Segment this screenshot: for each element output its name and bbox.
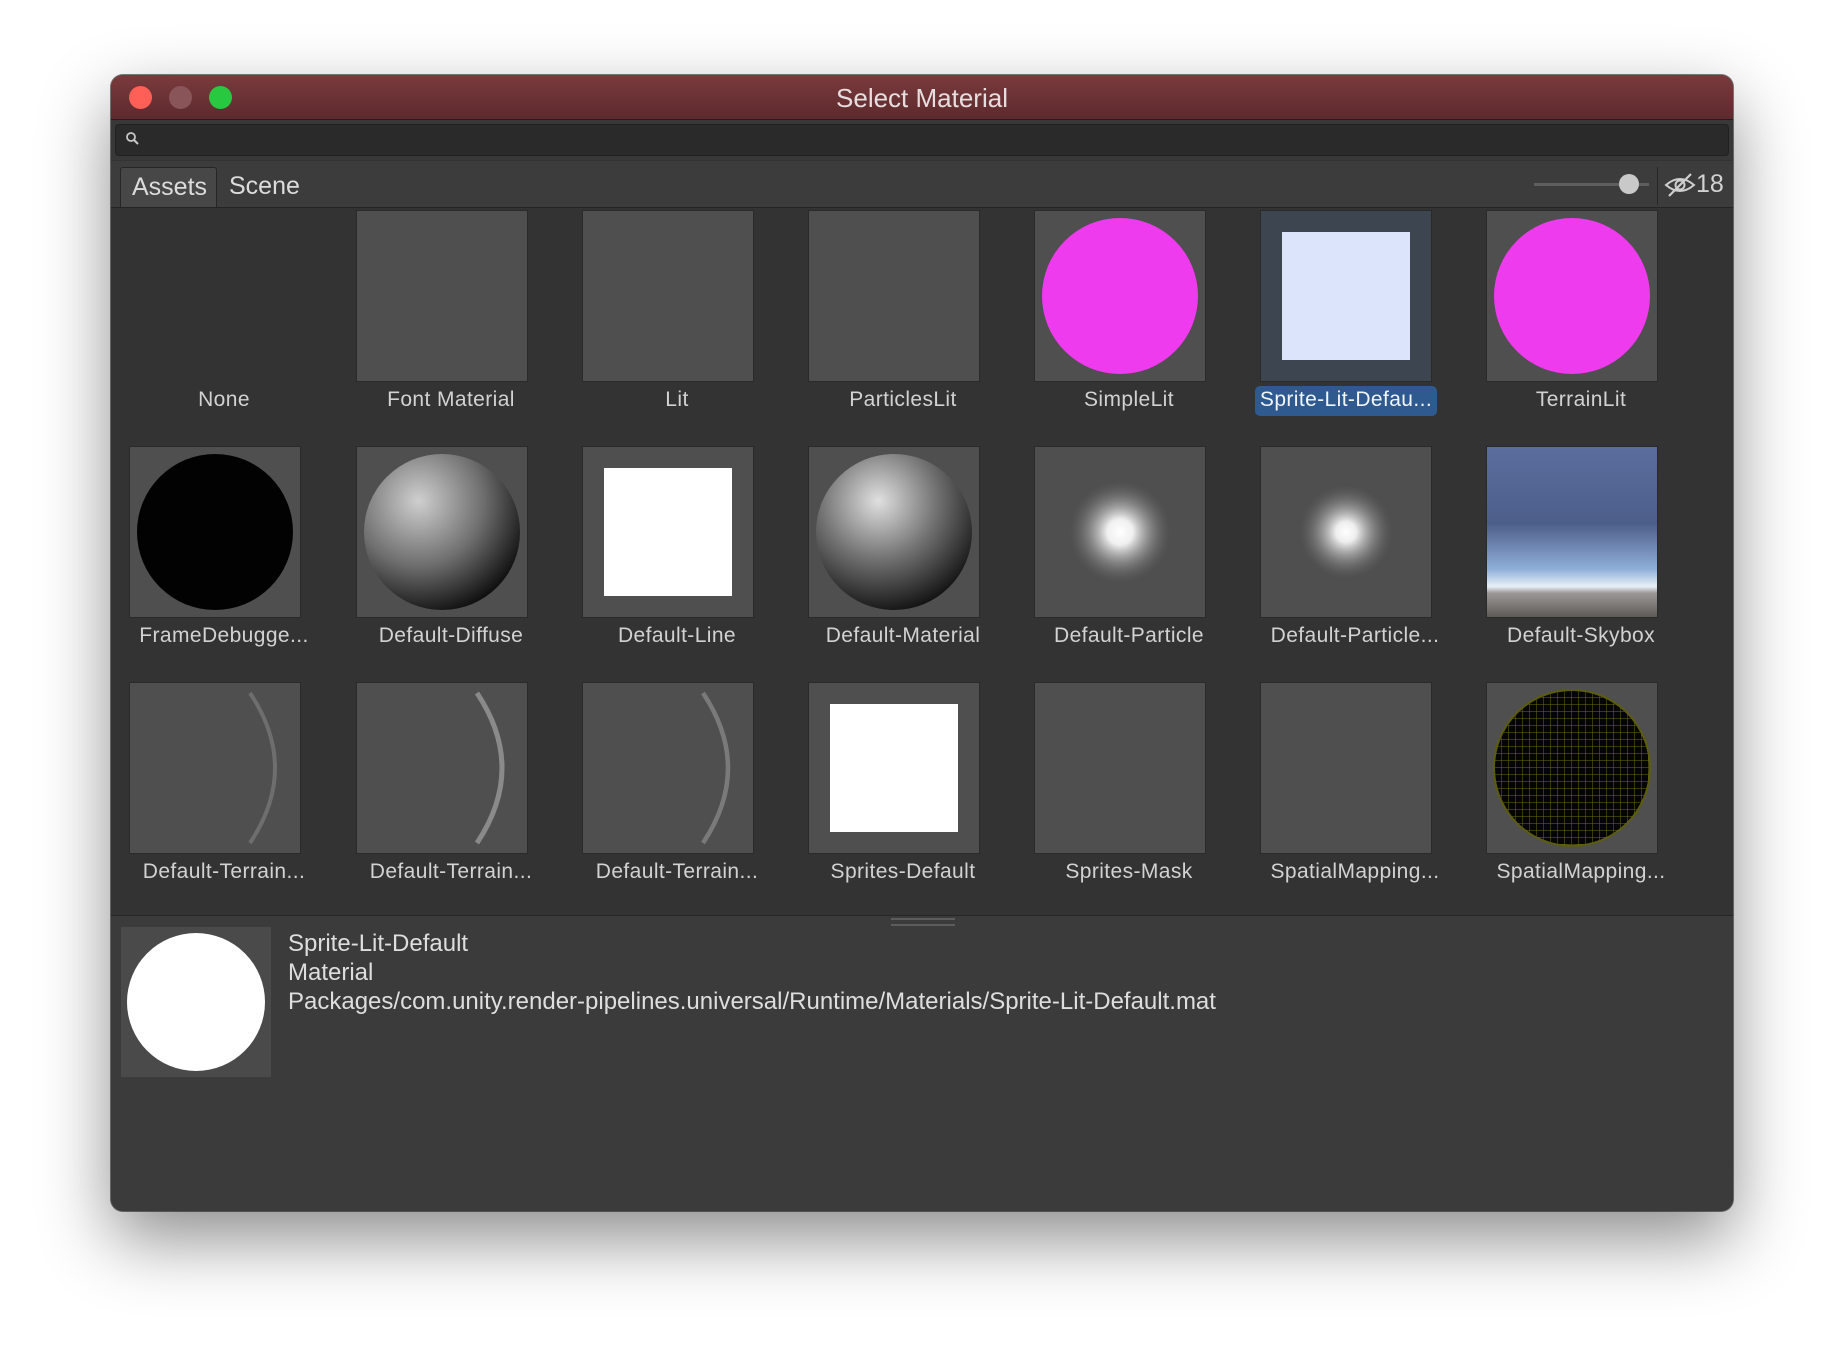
black-sphere-icon <box>137 454 293 610</box>
grid-item[interactable]: Default-Terrain... <box>318 683 544 903</box>
select-material-window: Select Material Assets Scene 18 None Fon… <box>111 75 1733 1211</box>
preview-panel: Sprite-Lit-Default Material Packages/com… <box>111 915 1733 1211</box>
material-thumbnail <box>583 447 753 617</box>
preview-name: Sprite-Lit-Default <box>288 930 469 957</box>
material-thumbnail <box>1261 211 1431 381</box>
grid-item[interactable]: Sprites-Default <box>770 683 996 903</box>
none-thumbnail <box>130 211 300 381</box>
material-thumbnail <box>357 683 527 853</box>
slider-handle[interactable] <box>1619 174 1639 194</box>
item-label-selected: Sprite-Lit-Defau... <box>1255 386 1437 416</box>
material-thumbnail <box>1487 683 1657 853</box>
tab-scene[interactable]: Scene <box>218 167 318 207</box>
material-thumbnail <box>1261 447 1431 617</box>
grid-item[interactable]: Default-Line <box>544 447 770 667</box>
particle-glow-icon <box>1035 447 1205 617</box>
search-input[interactable] <box>115 124 1729 156</box>
pale-square-icon <box>1282 232 1410 360</box>
crescent-icon <box>474 691 505 845</box>
skybox-icon <box>1487 447 1657 617</box>
material-thumbnail <box>1035 211 1205 381</box>
window-title: Select Material <box>836 83 1008 113</box>
empty-thumbnail <box>1035 683 1205 853</box>
grid-item[interactable]: Default-Terrain... <box>111 683 317 903</box>
empty-thumbnail <box>357 211 527 381</box>
preview-sprite-icon <box>127 933 265 1071</box>
material-thumbnail <box>583 683 753 853</box>
material-thumbnail <box>1035 447 1205 617</box>
hidden-count: 18 <box>1696 170 1724 198</box>
search-icon <box>126 132 139 145</box>
material-thumbnail <box>130 447 300 617</box>
grid-item[interactable]: SpatialMapping... <box>1448 683 1674 903</box>
preview-thumbnail <box>121 927 271 1077</box>
item-label: Default-Skybox <box>1507 624 1655 647</box>
empty-thumbnail <box>1261 683 1431 853</box>
search-row <box>111 120 1733 160</box>
toolbar-divider <box>1657 167 1658 205</box>
grid-item[interactable]: ParticlesLit <box>770 211 996 431</box>
material-thumbnail <box>1487 447 1657 617</box>
empty-thumbnail <box>809 211 979 381</box>
grid-item[interactable]: Lit <box>544 211 770 431</box>
grid-item-selected[interactable]: Sprite-Lit-Defau... <box>1222 211 1448 431</box>
grid-item[interactable]: TerrainLit <box>1448 211 1674 431</box>
grid-item[interactable]: Font Material <box>318 211 544 431</box>
grid-item[interactable]: Default-Skybox <box>1448 447 1674 667</box>
material-thumbnail <box>809 447 979 617</box>
eye-slash-icon[interactable] <box>1664 171 1696 199</box>
crescent-icon <box>248 691 277 845</box>
white-square-icon <box>604 468 732 596</box>
wireframe-sphere-icon <box>1493 689 1651 847</box>
title-bar[interactable]: Select Material <box>111 75 1733 120</box>
grid-item[interactable]: SimpleLit <box>996 211 1222 431</box>
toolbar: Assets Scene <box>111 161 1733 208</box>
grey-sphere-icon <box>364 454 520 610</box>
preview-path: Packages/com.unity.render-pipelines.univ… <box>288 988 1216 1015</box>
preview-info: Sprite-Lit-Default Material Packages/com… <box>288 929 1216 1016</box>
item-label: TerrainLit <box>1535 388 1627 411</box>
grid-item[interactable]: FrameDebugge... <box>111 447 317 667</box>
material-thumbnail <box>809 683 979 853</box>
crescent-icon <box>701 691 731 845</box>
particle-glow-icon <box>1261 447 1431 617</box>
white-square-icon <box>830 704 958 832</box>
grid-item[interactable]: Default-Diffuse <box>318 447 544 667</box>
tab-assets[interactable]: Assets <box>120 167 217 207</box>
grid-item[interactable]: None <box>111 211 317 431</box>
grid-item[interactable]: SpatialMapping... <box>1222 683 1448 903</box>
grid-item[interactable]: Default-Particle <box>996 447 1222 667</box>
empty-thumbnail <box>583 211 753 381</box>
preview-type: Material <box>288 959 374 986</box>
magenta-sphere-icon <box>1494 218 1650 374</box>
material-thumbnail <box>357 447 527 617</box>
material-thumbnail <box>130 683 300 853</box>
magenta-sphere-icon <box>1042 218 1198 374</box>
grid-item[interactable]: Sprites-Mask <box>996 683 1222 903</box>
grey-sphere-icon <box>816 454 972 610</box>
grid-item[interactable]: Default-Terrain... <box>544 683 770 903</box>
grid-item[interactable]: Default-Particle... <box>1222 447 1448 667</box>
material-grid: None Font Material Lit ParticlesLit Simp… <box>111 208 1733 914</box>
resize-handle[interactable] <box>891 918 955 926</box>
item-label: SpatialMapping... <box>1496 860 1666 883</box>
material-thumbnail <box>1487 211 1657 381</box>
grid-item[interactable]: Default-Material <box>770 447 996 667</box>
